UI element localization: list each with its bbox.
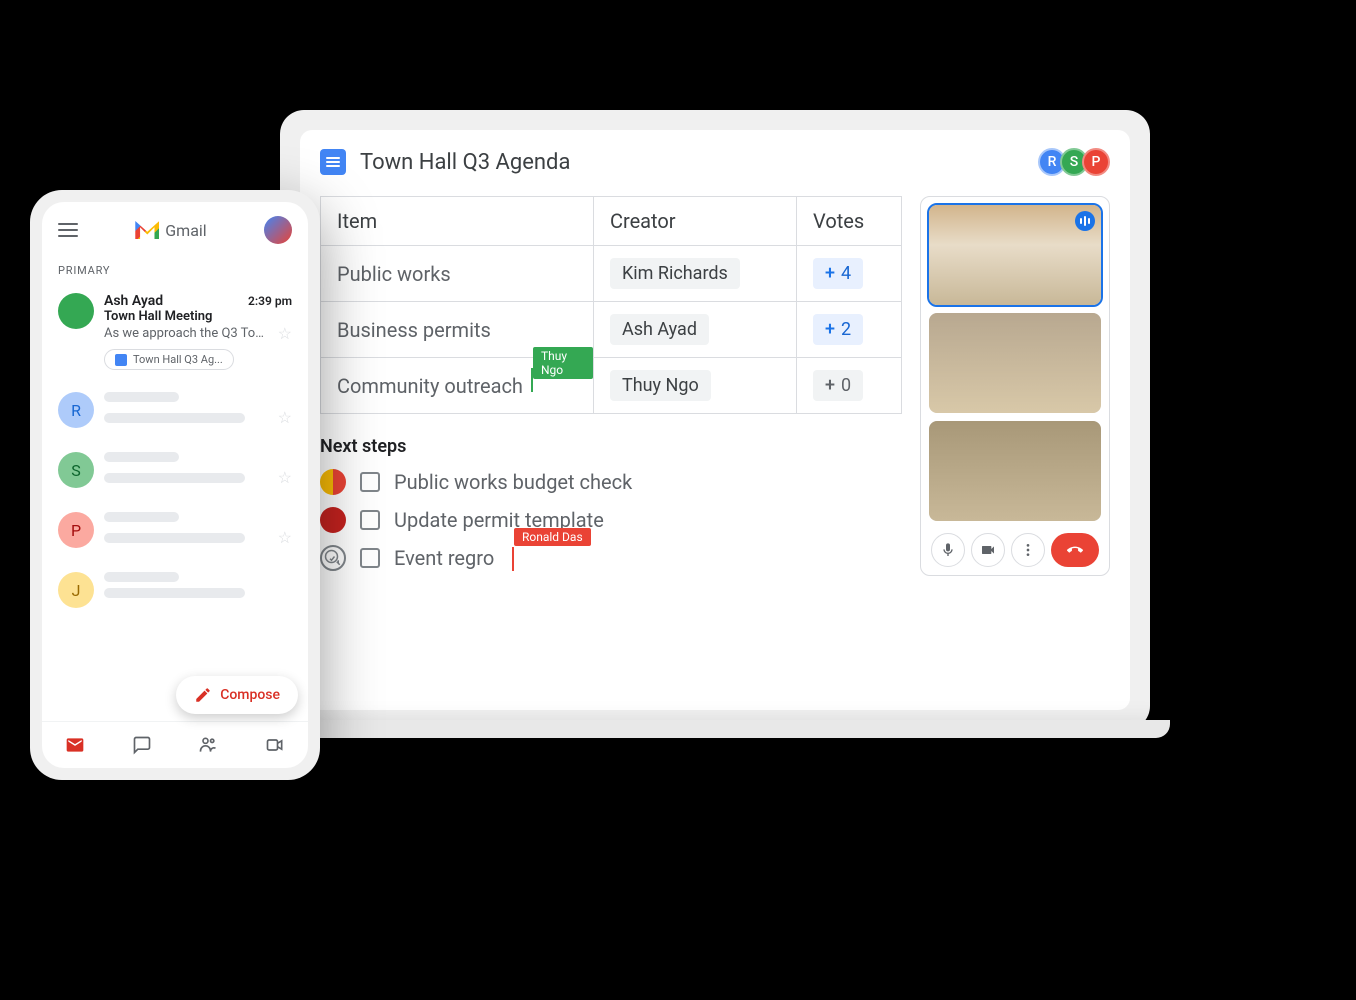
plus-icon: + [825, 375, 835, 396]
next-steps-heading: Next steps [320, 436, 902, 457]
sender-avatar[interactable]: P [58, 512, 94, 548]
cursor-tag-red: Ronald Das [514, 528, 591, 546]
hangup-button[interactable] [1051, 533, 1099, 567]
checkbox[interactable] [360, 472, 380, 492]
vote-chip[interactable]: +4 [813, 258, 863, 289]
checkbox[interactable] [360, 548, 380, 568]
collaborator-avatar-p[interactable]: P [1082, 148, 1110, 176]
creator-chip[interactable]: Ash Ayad [610, 314, 709, 345]
phone-frame: Gmail PRIMARY Ash Ayad 2:39 pm Town Hall… [30, 190, 320, 780]
checkbox[interactable] [360, 510, 380, 530]
meet-controls [929, 533, 1101, 567]
meet-panel-container [920, 196, 1110, 583]
collaborator-cursor-red [512, 547, 514, 571]
meet-panel [920, 196, 1110, 576]
docs-mini-icon [115, 354, 127, 366]
table-header-row: Item Creator Votes [321, 197, 902, 246]
star-icon[interactable]: ☆ [278, 408, 292, 427]
agenda-table[interactable]: Item Creator Votes Public works Kim Rich… [320, 196, 902, 414]
add-assignee-icon[interactable] [320, 545, 346, 571]
docs-main[interactable]: Item Creator Votes Public works Kim Rich… [320, 196, 902, 583]
gmail-m-icon [135, 221, 159, 239]
profile-avatar[interactable] [264, 216, 292, 244]
email-placeholder[interactable]: P ☆ [58, 500, 292, 560]
gmail-logo[interactable]: Gmail [135, 221, 206, 240]
nav-mail-icon[interactable] [64, 734, 86, 756]
gmail-app: Gmail PRIMARY Ash Ayad 2:39 pm Town Hall… [42, 202, 308, 768]
pencil-icon [194, 686, 212, 704]
meet-participant-tile[interactable] [929, 313, 1101, 413]
email-list[interactable]: Ash Ayad 2:39 pm Town Hall Meeting As we… [42, 283, 308, 721]
step-row[interactable]: Event regro Ronald Das [320, 545, 902, 571]
step-row[interactable]: Public works budget check [320, 469, 902, 495]
docs-app: Town Hall Q3 Agenda R S P Item Creator V… [300, 130, 1130, 710]
email-time: 2:39 pm [248, 294, 292, 308]
email-placeholder[interactable]: S ☆ [58, 440, 292, 500]
camera-button[interactable] [971, 533, 1005, 567]
email-placeholder[interactable]: J [58, 560, 292, 620]
table-row[interactable]: Community outreach Thuy Ngo Thuy Ngo +0 [321, 358, 902, 414]
bottom-nav [42, 721, 308, 768]
plus-icon: + [825, 263, 835, 284]
menu-icon[interactable] [58, 223, 78, 237]
more-options-button[interactable] [1011, 533, 1045, 567]
attachment-chip[interactable]: Town Hall Q3 Ag... [104, 349, 234, 370]
table-row[interactable]: Public works Kim Richards +4 [321, 246, 902, 302]
creator-chip[interactable]: Thuy Ngo [610, 370, 711, 401]
assignee-avatar[interactable] [320, 507, 346, 533]
gmail-header: Gmail [42, 202, 308, 258]
plus-icon: + [825, 319, 835, 340]
vote-chip[interactable]: +0 [813, 370, 863, 401]
nav-chat-icon[interactable] [131, 734, 153, 756]
gmail-brand-text: Gmail [165, 221, 206, 240]
collaborator-avatars: R S P [1044, 148, 1110, 176]
cursor-tag-green: Thuy Ngo [533, 347, 593, 379]
step-text[interactable]: Event regro [394, 546, 494, 570]
cell-item[interactable]: Public works [321, 246, 594, 302]
col-creator: Creator [593, 197, 796, 246]
sender-avatar[interactable]: R [58, 392, 94, 428]
email-sender: Ash Ayad [104, 293, 163, 309]
sender-avatar[interactable]: J [58, 572, 94, 608]
creator-chip[interactable]: Kim Richards [610, 258, 740, 289]
docs-icon [320, 149, 346, 175]
step-text[interactable]: Public works budget check [394, 470, 632, 494]
star-icon[interactable]: ☆ [278, 468, 292, 487]
email-placeholder[interactable]: R ☆ [58, 380, 292, 440]
sender-avatar[interactable]: S [58, 452, 94, 488]
cell-item[interactable]: Community outreach Thuy Ngo [321, 358, 594, 414]
col-votes: Votes [797, 197, 902, 246]
email-preview: As we approach the Q3 Town Ha... [104, 326, 272, 341]
star-icon[interactable]: ☆ [278, 324, 292, 343]
email-subject: Town Hall Meeting [104, 309, 292, 324]
nav-meet-icon[interactable] [264, 734, 286, 756]
nav-spaces-icon[interactable] [197, 734, 219, 756]
mic-button[interactable] [931, 533, 965, 567]
compose-label: Compose [220, 687, 280, 703]
primary-tab-label[interactable]: PRIMARY [42, 258, 308, 283]
attachment-name: Town Hall Q3 Ag... [133, 353, 223, 366]
laptop-base [260, 720, 1170, 738]
col-item: Item [321, 197, 594, 246]
docs-title[interactable]: Town Hall Q3 Agenda [360, 150, 570, 175]
meet-participant-tile[interactable] [929, 205, 1101, 305]
speaking-indicator-icon [1075, 211, 1095, 231]
vote-chip[interactable]: +2 [813, 314, 863, 345]
compose-button[interactable]: Compose [176, 676, 298, 714]
sender-avatar[interactable] [58, 293, 94, 329]
star-icon[interactable]: ☆ [278, 528, 292, 547]
step-row[interactable]: Update permit template [320, 507, 902, 533]
meet-participant-tile[interactable] [929, 421, 1101, 521]
email-item[interactable]: Ash Ayad 2:39 pm Town Hall Meeting As we… [58, 283, 292, 380]
assignee-avatar-duo[interactable] [320, 469, 346, 495]
docs-header: Town Hall Q3 Agenda R S P [320, 148, 1110, 176]
laptop-frame: Town Hall Q3 Agenda R S P Item Creator V… [280, 110, 1150, 730]
table-row[interactable]: Business permits Ash Ayad +2 [321, 302, 902, 358]
